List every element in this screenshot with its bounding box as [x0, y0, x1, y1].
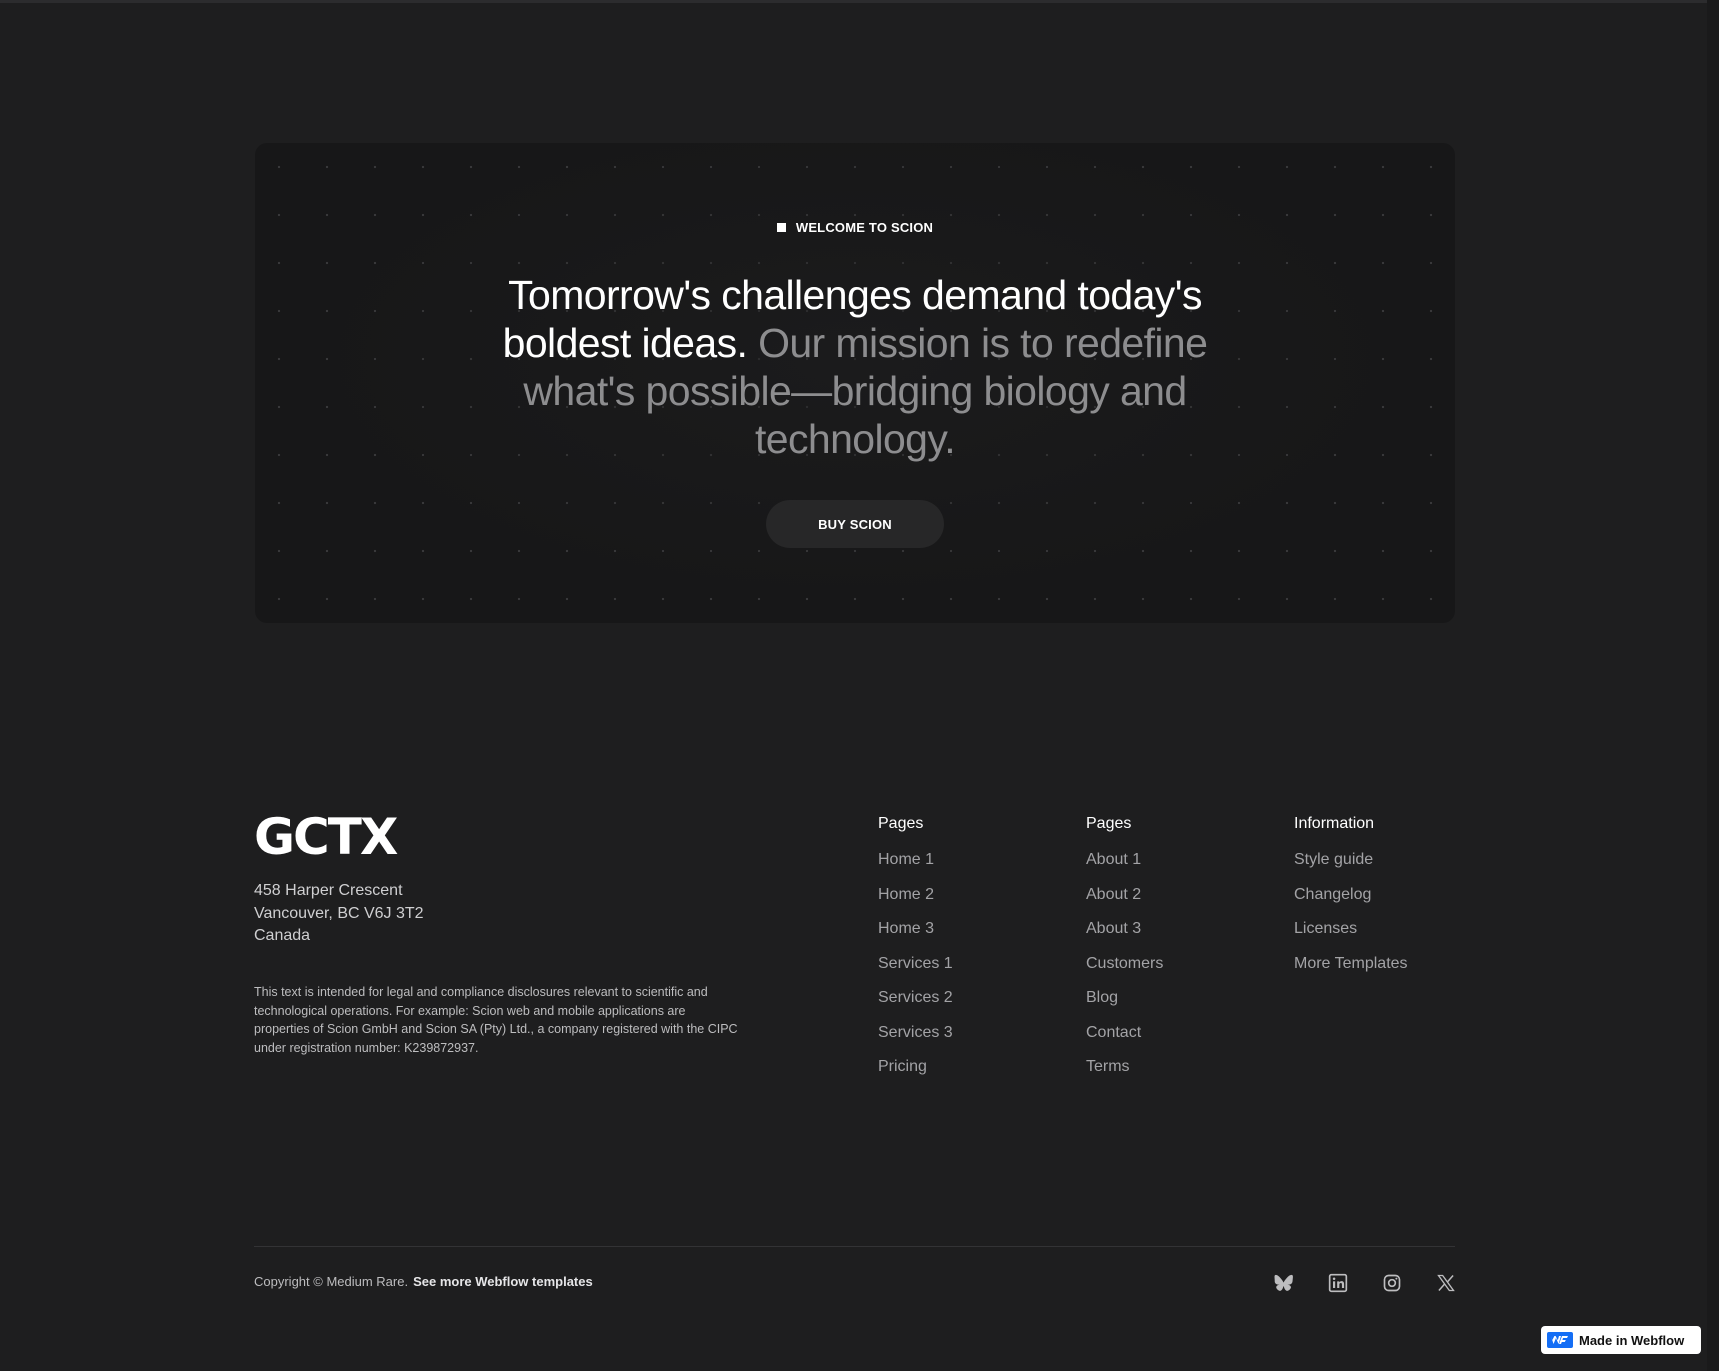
footer-link-home-1[interactable]: Home 1 [878, 849, 953, 884]
address-line: Vancouver, BC V6J 3T2 [254, 904, 424, 922]
linkedin-icon[interactable] [1327, 1272, 1349, 1294]
eyebrow-text: WELCOME TO SCION [795, 220, 934, 235]
footer-link-customers[interactable]: Customers [1086, 953, 1163, 988]
copyright: Copyright © Medium Rare. See more Webflow… [254, 1274, 593, 1289]
footer-column-pages-1: Pages Home 1 Home 2 Home 3 Services 1 Se… [878, 815, 953, 1091]
address: 458 Harper Crescent Vancouver, BC V6J 3T… [254, 880, 424, 948]
footer-divider [254, 1246, 1455, 1247]
footer-link-services-2[interactable]: Services 2 [878, 987, 953, 1022]
footer-link-more-templates[interactable]: More Templates [1294, 953, 1408, 988]
column-title: Pages [878, 815, 924, 832]
hero-eyebrow: WELCOME TO SCION [255, 220, 1455, 235]
footer-link-contact[interactable]: Contact [1086, 1022, 1163, 1057]
footer-link-services-3[interactable]: Services 3 [878, 1022, 953, 1057]
address-line: 458 Harper Crescent [254, 882, 403, 899]
footer-link-terms[interactable]: Terms [1086, 1056, 1163, 1091]
instagram-icon[interactable] [1381, 1272, 1403, 1294]
footer-link-style-guide[interactable]: Style guide [1294, 849, 1408, 884]
column-title: Pages [1086, 815, 1132, 832]
scrollbar[interactable] [1707, 0, 1719, 1371]
footer-link-about-2[interactable]: About 2 [1086, 884, 1163, 919]
x-icon[interactable] [1435, 1272, 1457, 1294]
footer-link-home-3[interactable]: Home 3 [878, 918, 953, 953]
footer-link-about-1[interactable]: About 1 [1086, 849, 1163, 884]
footer-link-changelog[interactable]: Changelog [1294, 884, 1408, 919]
hero-panel: WELCOME TO SCION Tomorrow's challenges d… [255, 143, 1455, 623]
footer-link-licenses[interactable]: Licenses [1294, 918, 1408, 953]
footer-link-about-3[interactable]: About 3 [1086, 918, 1163, 953]
top-border [0, 0, 1719, 3]
address-line: Canada [254, 927, 311, 944]
copyright-text: Copyright © Medium Rare. [254, 1274, 409, 1289]
column-title: Information [1294, 815, 1375, 832]
logo-text: GCTX [254, 812, 398, 858]
gctx-logo[interactable]: GCTX [254, 812, 402, 858]
webflow-icon [1547, 1332, 1573, 1348]
buy-scion-button[interactable]: BUY SCION [766, 500, 944, 548]
footer-column-information: Information Style guide Changelog Licens… [1294, 815, 1408, 987]
hero-headline: Tomorrow's challenges demand today's bol… [475, 271, 1235, 463]
badge-label: Made in Webflow [1579, 1332, 1685, 1348]
bluesky-icon[interactable] [1273, 1272, 1295, 1294]
footer-link-blog[interactable]: Blog [1086, 987, 1163, 1022]
footer-link-home-2[interactable]: Home 2 [878, 884, 953, 919]
square-bullet-icon [776, 223, 786, 232]
footer-link-pricing[interactable]: Pricing [878, 1056, 953, 1091]
footer-column-pages-2: Pages About 1 About 2 About 3 Customers … [1086, 815, 1163, 1091]
see-more-templates-link[interactable]: See more Webflow templates [413, 1274, 593, 1289]
footer-link-services-1[interactable]: Services 1 [878, 953, 953, 988]
made-in-webflow-badge[interactable]: Made in Webflow [1541, 1326, 1701, 1354]
legal-disclosure: This text is intended for legal and comp… [254, 985, 738, 1055]
